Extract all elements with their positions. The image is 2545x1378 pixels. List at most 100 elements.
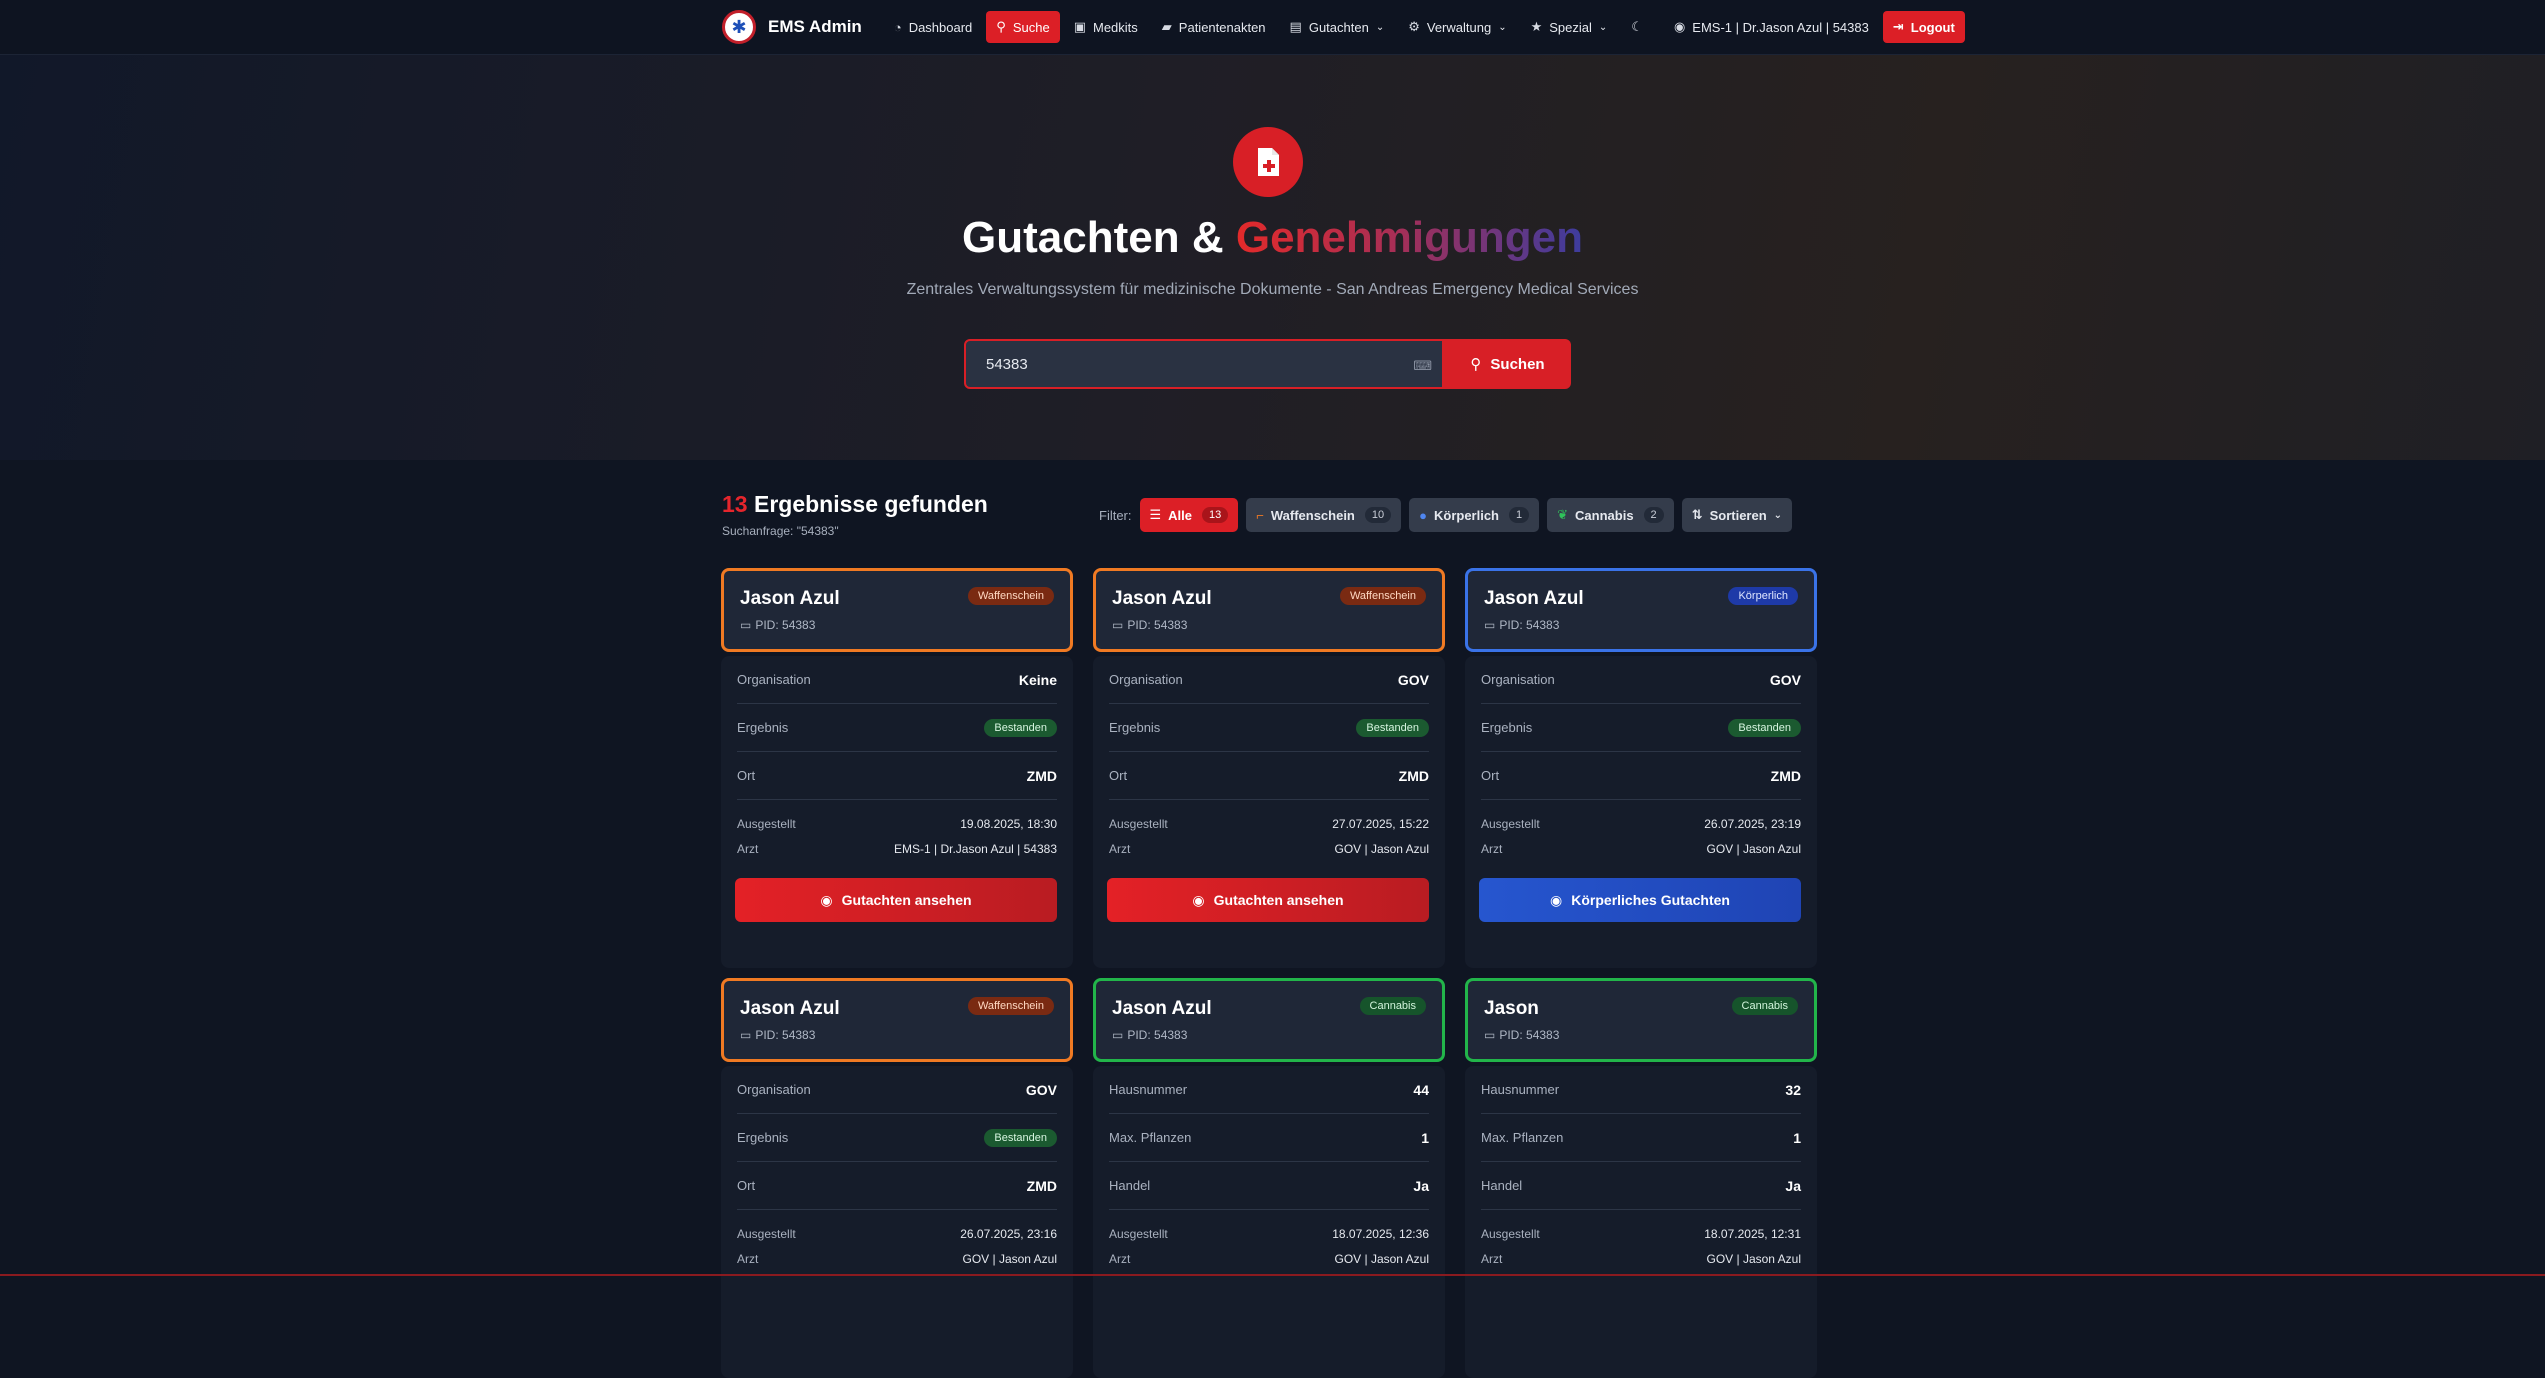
detail-label: Arzt	[737, 841, 759, 856]
result-card: Jason Azul ▭ PID: 54383 Körperlich Organi…	[1465, 568, 1817, 968]
filter-all-count: 13	[1202, 507, 1229, 523]
nav-medkits-label: Medkits	[1093, 19, 1138, 35]
nav-patientenakten[interactable]: ▰ Patientenakten	[1152, 11, 1276, 43]
nav-dashboard-label: Dashboard	[908, 19, 973, 35]
nav-dashboard[interactable]: ◔ Dashboard	[884, 11, 982, 43]
id-card-icon: ▭	[1112, 618, 1124, 632]
patient-name: Jason	[1484, 998, 1539, 1019]
nav-verwaltung[interactable]: ⚙ Verwaltung ⌄	[1398, 11, 1516, 43]
detail-row: Organisation GOV	[737, 1066, 1057, 1114]
detail-label: Max. Pflanzen	[1109, 1130, 1192, 1145]
patient-pid: ▭ PID: 54383	[1112, 618, 1187, 632]
detail-row: Ergebnis Bestanden	[737, 1114, 1057, 1162]
detail-row: Ausgestellt 26.07.2025, 23:16	[737, 1221, 1057, 1246]
detail-value: GOV | Jason Azul	[1706, 841, 1802, 856]
patient-name: Jason Azul	[1112, 588, 1212, 609]
detail-label: Hausnummer	[1481, 1082, 1560, 1097]
nav-gutachten-label: Gutachten	[1308, 19, 1369, 35]
detail-value: 27.07.2025, 15:22	[1332, 816, 1429, 831]
id-card-icon: ▭	[740, 1028, 752, 1042]
result-card: Jason ▭ PID: 54383 Cannabis Hausnummer 32 …	[1465, 978, 1817, 1378]
search-icon: ⚲	[1470, 356, 1482, 373]
filter-cannabis-count: 2	[1643, 507, 1664, 523]
detail-value: ZMD	[1398, 767, 1429, 784]
detail-label: Arzt	[1109, 1251, 1131, 1266]
results-count: 13	[722, 491, 748, 517]
gun-icon: ⌐	[1256, 507, 1264, 523]
patient-name: Jason Azul	[1484, 588, 1584, 609]
filter-koerperlich[interactable]: ● Körperlich 1	[1409, 498, 1540, 532]
detail-row: Arzt GOV | Jason Azul	[1109, 1246, 1429, 1271]
detail-value: 26.07.2025, 23:16	[960, 1226, 1057, 1241]
nav-suche-label: Suche	[1012, 19, 1050, 35]
view-physical-report-button[interactable]: ◉ Körperliches Gutachten	[1479, 878, 1801, 922]
patient-pid: ▭ PID: 54383	[1484, 1028, 1559, 1042]
nav-spezial[interactable]: ★ Spezial ⌄	[1521, 11, 1618, 43]
detail-row: Ort ZMD	[1481, 752, 1801, 800]
result-card: Jason Azul ▭ PID: 54383 Cannabis Hausnumm…	[1093, 978, 1445, 1378]
detail-row: Hausnummer 44	[1109, 1066, 1429, 1114]
filter-waffenschein-count: 10	[1364, 507, 1392, 523]
patient-name: Jason Azul	[1112, 998, 1212, 1019]
detail-row: Organisation Keine	[737, 656, 1057, 704]
detail-value: ZMD	[1026, 767, 1057, 784]
nav-gutachten[interactable]: ▤ Gutachten ⌄	[1280, 11, 1395, 43]
patient-name: Jason Azul	[740, 588, 840, 609]
document-icon: ▤	[1289, 19, 1302, 34]
moon-icon: ☾	[1631, 19, 1643, 34]
result-badge: Bestanden	[1728, 718, 1801, 737]
sort-dropdown[interactable]: ⇅ Sortieren ⌄	[1681, 498, 1793, 532]
detail-label: Ort	[737, 1178, 756, 1193]
detail-value: Ja	[1785, 1177, 1801, 1194]
user-menu[interactable]: ◉ EMS-1 | Dr.Jason Azul | 54383	[1664, 11, 1879, 43]
view-report-button[interactable]: ◉ Gutachten ansehen	[1107, 878, 1429, 922]
filter-label: Filter:	[1099, 507, 1132, 523]
theme-toggle[interactable]: ☾	[1621, 11, 1660, 43]
detail-value: 1	[1793, 1129, 1801, 1146]
card-header: Jason Azul ▭ PID: 54383 Waffenschein	[721, 978, 1073, 1062]
nav-medkits[interactable]: ▣ Medkits	[1064, 11, 1148, 43]
nav-suche[interactable]: ⚲ Suche	[986, 11, 1060, 43]
detail-label: Organisation	[737, 672, 811, 687]
search-icon: ⚲	[996, 19, 1006, 34]
card-header: Jason Azul ▭ PID: 54383 Körperlich	[1465, 568, 1817, 652]
filter-waffenschein[interactable]: ⌐ Waffenschein 10	[1246, 498, 1402, 532]
brand[interactable]: ✱ EMS Admin	[722, 10, 862, 44]
search-bar: 54383 ⌨ ⚲ Suchen	[964, 339, 1571, 389]
detail-label: Ort	[737, 768, 756, 783]
detail-label: Ergebnis	[1109, 720, 1161, 735]
result-badge: Bestanden	[984, 1128, 1057, 1147]
results-header: 13 Ergebnisse gefunden Suchanfrage: "543…	[722, 491, 988, 538]
person-icon: ●	[1419, 507, 1427, 523]
filter-cannabis[interactable]: ❦ Cannabis 2	[1547, 498, 1674, 532]
detail-value: GOV | Jason Azul	[1706, 1251, 1802, 1266]
folder-icon: ▰	[1161, 19, 1172, 34]
detail-label: Organisation	[1481, 672, 1555, 687]
detail-label: Ausgestellt	[1109, 1226, 1168, 1241]
search-input[interactable]: 54383 ⌨	[964, 339, 1444, 389]
nav-verwaltung-label: Verwaltung	[1426, 19, 1492, 35]
detail-value: EMS-1 | Dr.Jason Azul | 54383	[894, 841, 1057, 856]
filter-all[interactable]: ☰ Alle 13	[1139, 498, 1239, 532]
eye-icon: ◉	[820, 891, 833, 908]
medkit-icon: ▣	[1073, 19, 1086, 34]
detail-row: Handel Ja	[1109, 1162, 1429, 1210]
nav-patientenakten-label: Patientenakten	[1178, 19, 1266, 35]
card-body: Hausnummer 44 Max. Pflanzen 1 Handel Ja Aus…	[1093, 1066, 1445, 1378]
detail-row: Hausnummer 32	[1481, 1066, 1801, 1114]
view-report-button[interactable]: ◉ Gutachten ansehen	[735, 878, 1057, 922]
sort-icon: ⇅	[1691, 507, 1703, 522]
logout-button[interactable]: ⇥ Logout	[1882, 11, 1965, 43]
detail-value: 1	[1421, 1129, 1429, 1146]
star-icon: ★	[1530, 19, 1543, 34]
detail-row: Ergebnis Bestanden	[1481, 704, 1801, 752]
search-button[interactable]: ⚲ Suchen	[1444, 339, 1571, 389]
search-button-label: Suchen	[1490, 355, 1545, 373]
card-header: Jason Azul ▭ PID: 54383 Waffenschein	[721, 568, 1073, 652]
page-title-main: Gutachten &	[962, 213, 1224, 262]
detail-row: Ergebnis Bestanden	[737, 704, 1057, 752]
pid-value: PID: 54383	[1499, 1028, 1560, 1042]
detail-value: GOV | Jason Azul	[962, 1251, 1058, 1266]
leaf-icon: ❦	[1557, 507, 1569, 522]
detail-row: Arzt GOV | Jason Azul	[1109, 836, 1429, 861]
